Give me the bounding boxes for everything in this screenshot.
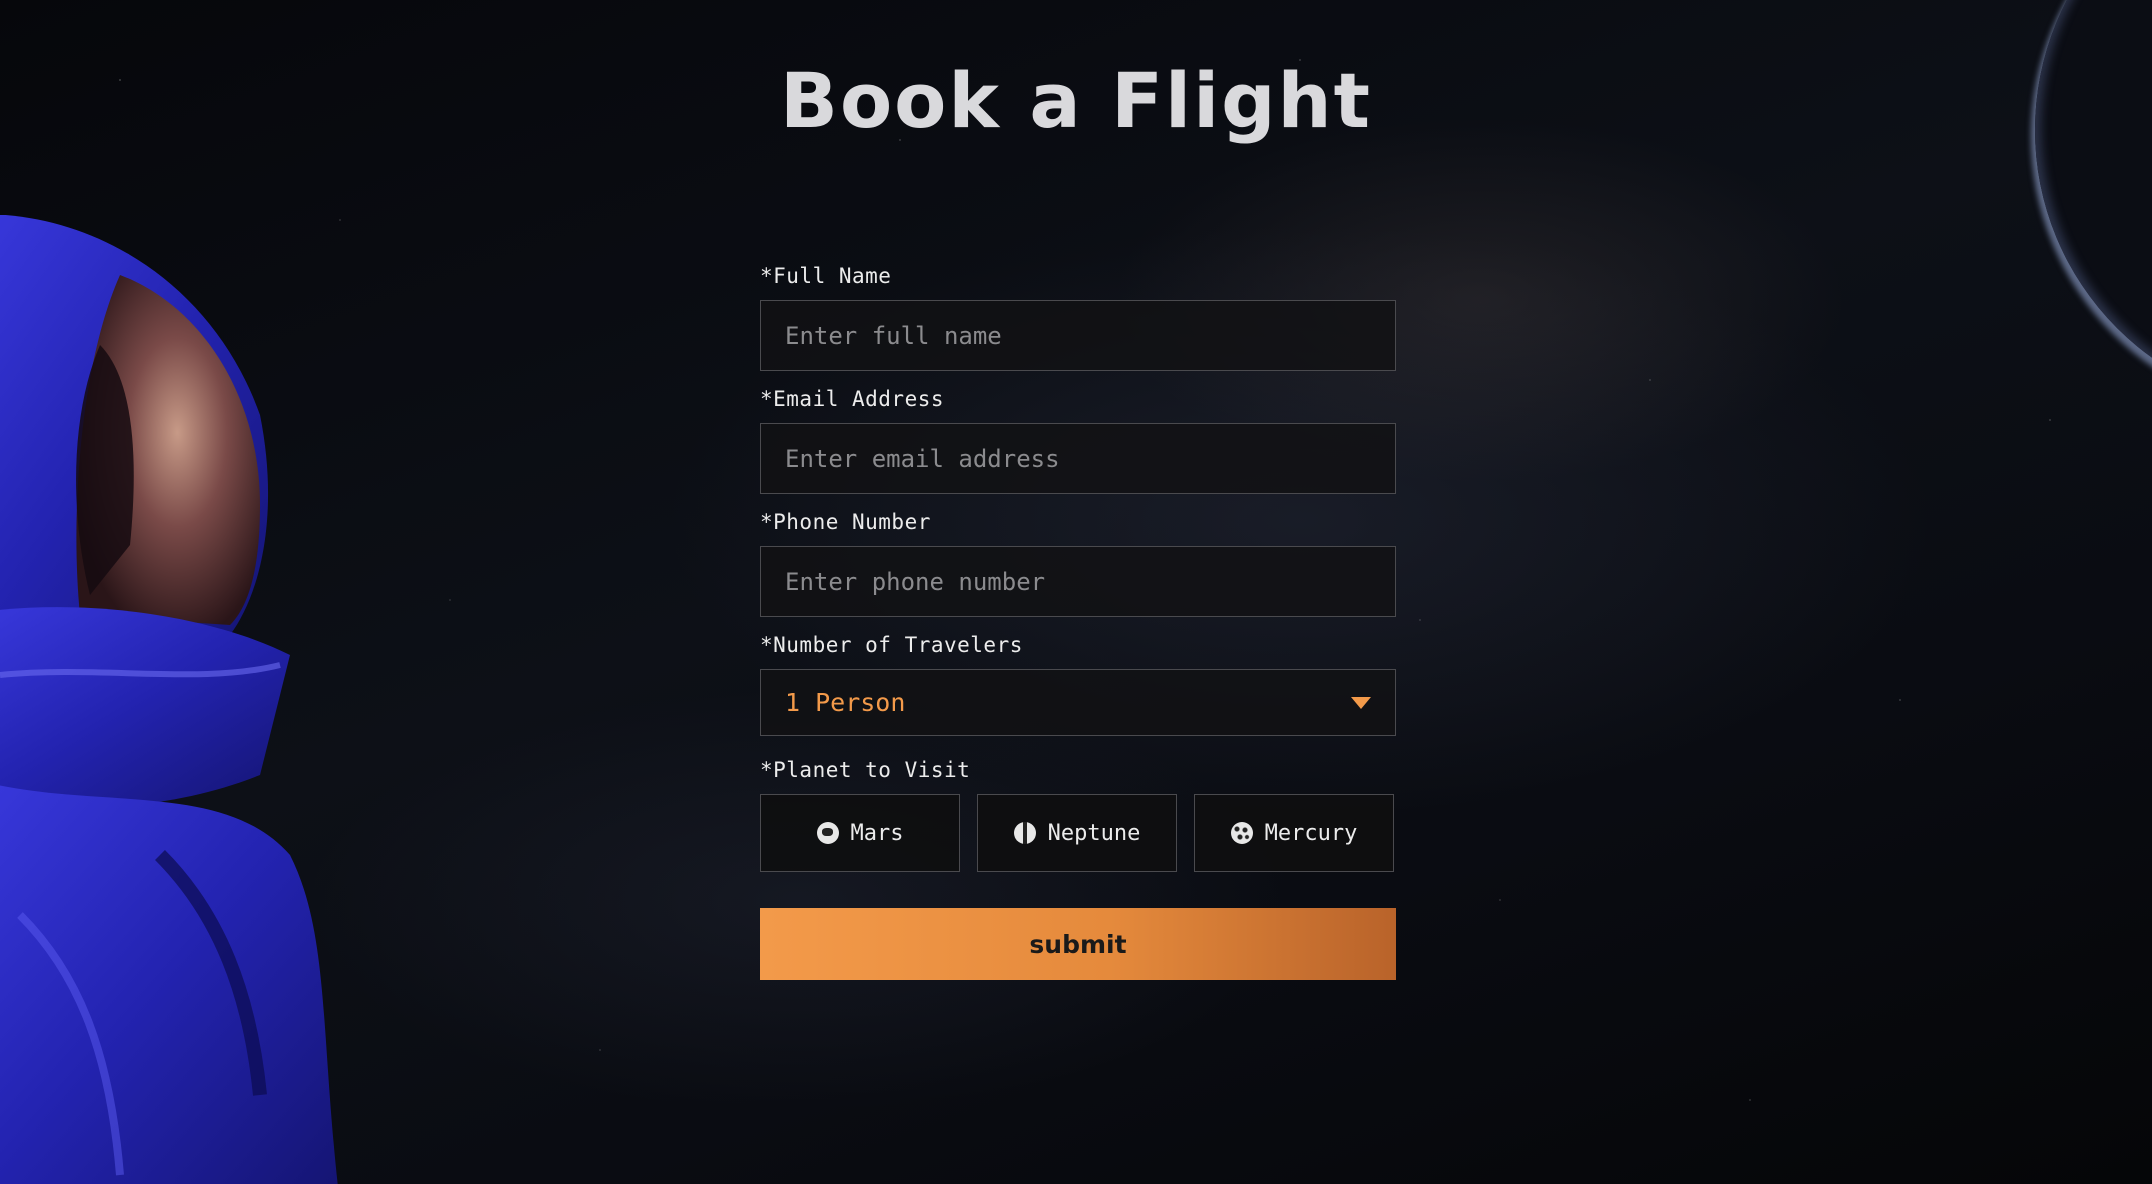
phone-field: *Phone Number: [760, 508, 1396, 617]
full-name-label: *Full Name: [760, 264, 892, 288]
neptune-icon: [1013, 822, 1036, 844]
full-name-input[interactable]: [760, 300, 1396, 371]
submit-button[interactable]: submit: [760, 908, 1396, 980]
email-field: *Email Address: [760, 385, 1396, 494]
mercury-icon: [1230, 822, 1253, 844]
phone-input[interactable]: [760, 546, 1396, 617]
phone-label: *Phone Number: [760, 510, 931, 534]
page-background: Book a Flight *Full Name *Email Address …: [0, 0, 2152, 1184]
travelers-selected-value: 1 Person: [785, 688, 906, 717]
planet-option-neptune[interactable]: Neptune: [977, 794, 1177, 872]
travelers-label: *Number of Travelers: [760, 633, 1023, 657]
planet-options: Mars Neptune Mercury: [760, 794, 1396, 872]
chevron-down-icon: [1351, 696, 1371, 709]
email-input[interactable]: [760, 423, 1396, 494]
astronaut-image: [0, 215, 338, 1184]
planet-label: *Planet to Visit: [760, 758, 971, 782]
page-title: Book a Flight: [780, 56, 1372, 145]
planet-option-label: Neptune: [1047, 820, 1141, 846]
planet-option-label: Mercury: [1264, 820, 1358, 846]
travelers-select[interactable]: 1 Person: [760, 669, 1396, 736]
planet-option-mars[interactable]: Mars: [760, 794, 960, 872]
full-name-field: *Full Name: [760, 262, 1396, 371]
planet-field: *Planet to Visit Mars Neptune Mercury: [760, 756, 1396, 872]
planet-option-mercury[interactable]: Mercury: [1194, 794, 1394, 872]
travelers-field: *Number of Travelers 1 Person: [760, 631, 1396, 736]
booking-form: *Full Name *Email Address *Phone Number …: [760, 262, 1396, 980]
planet-option-label: Mars: [850, 820, 904, 846]
email-label: *Email Address: [760, 387, 945, 411]
mars-icon: [816, 822, 839, 844]
